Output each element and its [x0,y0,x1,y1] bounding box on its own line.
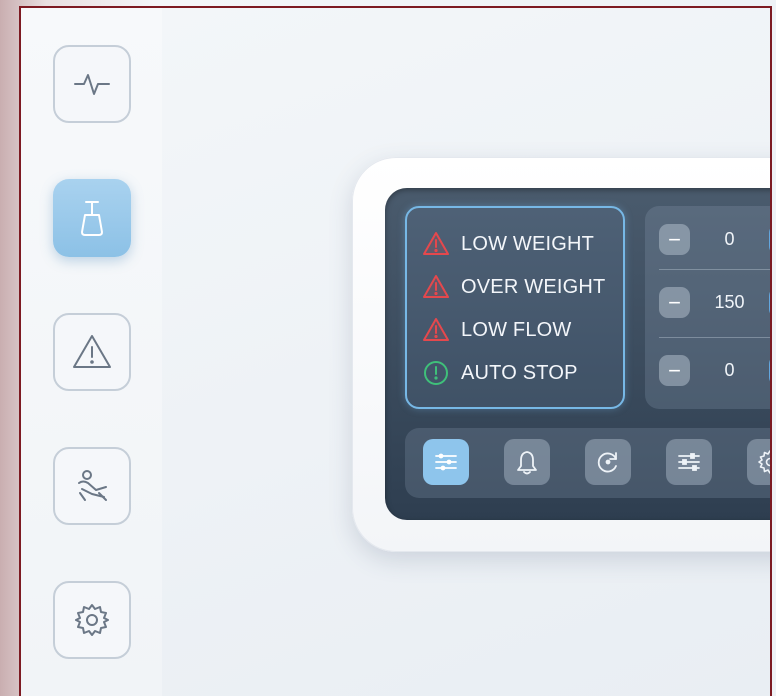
alarm-label: OVER WEIGHT [461,275,606,298]
alarm-label: LOW WEIGHT [461,232,595,255]
feeding-bag-icon [81,201,103,236]
sidebar-item-settings[interactable] [53,581,131,659]
gear-icon [758,450,770,474]
stepper-value: 0 [724,359,735,380]
sliders-list-icon [435,453,457,471]
bottom-toolbar [405,428,770,498]
increment-button[interactable]: + [769,224,770,255]
value-stepper: − 150 + [659,285,770,319]
main-area: LOW WEIGHT OVER WEIGHT LOW FLOW AUTO STO… [162,8,770,696]
warning-triangle-icon [423,318,449,341]
alarm-panel: LOW WEIGHT OVER WEIGHT LOW FLOW AUTO STO… [405,206,625,409]
device-screen: LOW WEIGHT OVER WEIGHT LOW FLOW AUTO STO… [385,188,770,520]
nav-button-list[interactable] [423,439,469,485]
value-stepper: − 0 + [659,222,770,256]
nav-button-cycle[interactable] [585,439,631,485]
sidebar-item-patient[interactable] [53,447,131,525]
increment-button[interactable]: + [769,355,770,386]
stepper-value: 150 [714,291,745,312]
sidebar [21,8,163,696]
stepper-value: 0 [724,228,735,249]
alarm-item: LOW WEIGHT [423,230,594,258]
alarm-item: OVER WEIGHT [423,273,605,301]
alarm-label: LOW FLOW [461,318,572,341]
nav-button-adjust[interactable] [666,439,712,485]
sidebar-item-vital-signs[interactable] [53,45,131,123]
sidebar-item-feeding-bag[interactable] [53,179,131,257]
patient-recline-icon [78,470,107,501]
sliders-icon [678,453,700,471]
pulse-icon [74,74,110,95]
gear-icon [75,604,109,636]
alarm-label: AUTO STOP [461,361,578,384]
warning-triangle-icon [423,275,449,298]
device-bezel: LOW WEIGHT OVER WEIGHT LOW FLOW AUTO STO… [352,157,770,552]
divider [659,337,770,338]
alarm-item: AUTO STOP [423,359,578,387]
bell-icon [517,451,537,475]
divider [659,269,770,270]
decrement-button[interactable]: − [659,224,690,255]
info-circle-icon [424,361,448,385]
sidebar-item-warnings[interactable] [53,313,131,391]
nav-button-settings[interactable] [747,439,770,485]
nav-button-bell[interactable] [504,439,550,485]
app-frame: LOW WEIGHT OVER WEIGHT LOW FLOW AUTO STO… [19,6,772,696]
stepper-panel: − 0 + − 150 + − 0 + [645,206,770,409]
refresh-cycle-icon [597,452,617,473]
increment-button[interactable]: + [769,287,770,318]
warning-icon [73,335,111,368]
alarm-item: LOW FLOW [423,316,572,344]
value-stepper: − 0 + [659,353,770,387]
decrement-button[interactable]: − [659,355,690,386]
decrement-button[interactable]: − [659,287,690,318]
warning-triangle-icon [423,232,449,255]
